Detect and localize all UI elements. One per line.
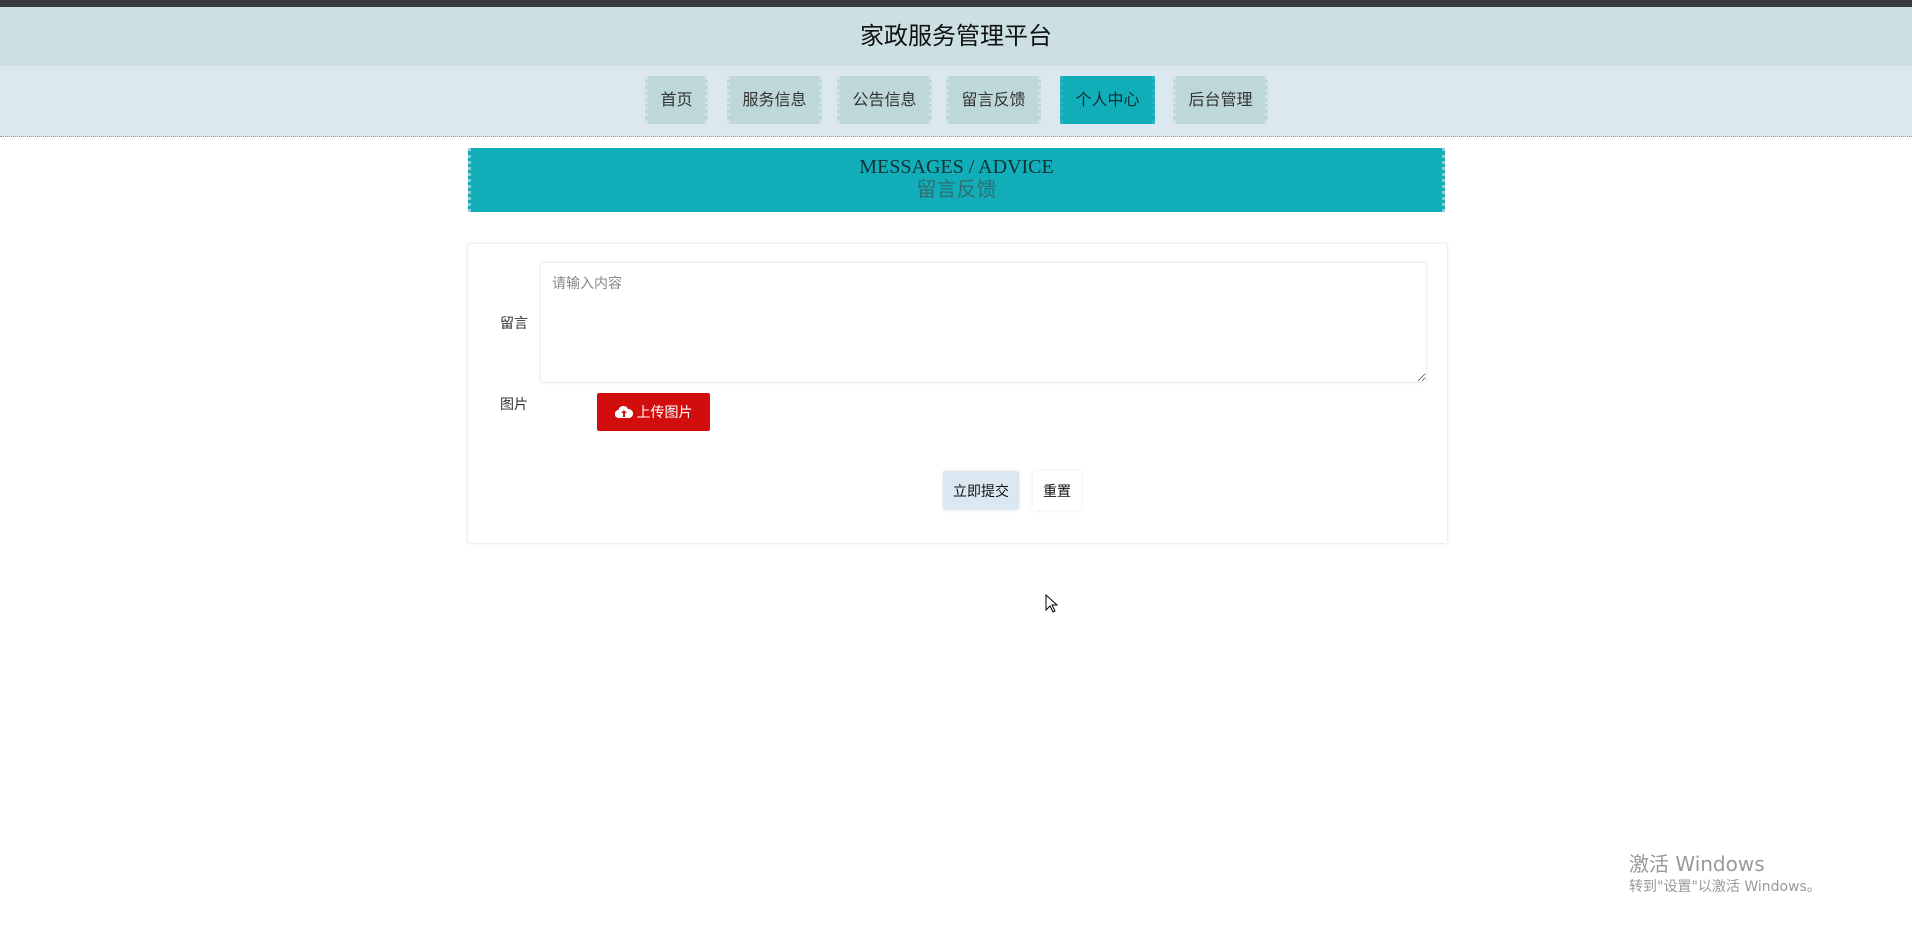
site-title: 家政服务管理平台 [0, 7, 1912, 66]
nav-feedback[interactable]: 留言反馈 [946, 76, 1041, 124]
upload-image-button[interactable]: 上传图片 [597, 393, 710, 431]
nav-admin[interactable]: 后台管理 [1173, 76, 1268, 124]
image-label: 图片 [500, 397, 528, 413]
banner-title-cn: 留言反馈 [916, 179, 997, 201]
section-banner: MESSAGES / ADVICE 留言反馈 [468, 148, 1445, 212]
submit-button[interactable]: 立即提交 [943, 471, 1019, 510]
nav-announcements[interactable]: 公告信息 [837, 76, 932, 124]
nav-profile[interactable]: 个人中心 [1060, 76, 1155, 124]
nav-home[interactable]: 首页 [645, 76, 708, 124]
activation-watermark-title: 激活 Windows [1629, 852, 1765, 876]
activation-watermark-hint: 转到"设置"以激活 Windows。 [1629, 879, 1821, 895]
main-nav: 首页 服务信息 公告信息 留言反馈 个人中心 后台管理 [0, 66, 1912, 137]
mouse-cursor-icon [1045, 594, 1059, 613]
reset-button[interactable]: 重置 [1033, 471, 1081, 510]
cloud-upload-icon [614, 405, 633, 419]
upload-label: 上传图片 [636, 404, 693, 420]
message-input[interactable] [540, 262, 1427, 383]
nav-services[interactable]: 服务信息 [727, 76, 822, 124]
banner-title-en: MESSAGES / ADVICE [859, 156, 1054, 178]
message-label: 留言 [500, 316, 528, 332]
browser-top-bar [0, 0, 1912, 7]
